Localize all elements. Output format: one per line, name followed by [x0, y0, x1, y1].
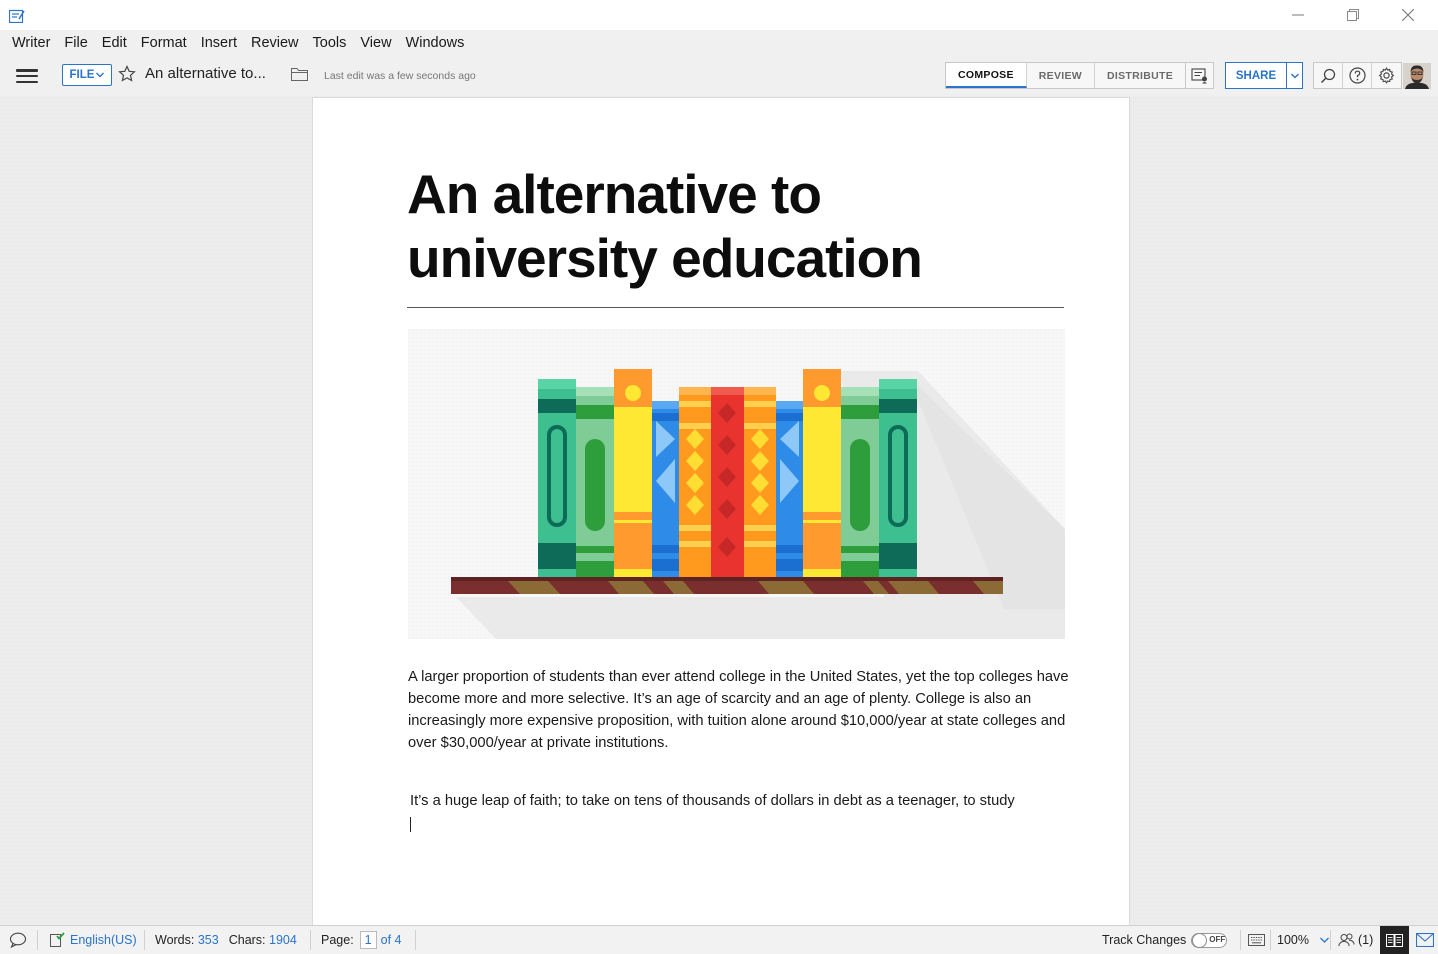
- document-page[interactable]: An alternative to university education A…: [312, 97, 1130, 927]
- chat-button[interactable]: [9, 926, 27, 954]
- words-value: 353: [197, 933, 219, 947]
- book-open-icon: [1386, 933, 1403, 947]
- utility-button-group: [1313, 62, 1402, 89]
- chevron-down-icon: [1290, 73, 1299, 78]
- track-changes-label: Track Changes: [1102, 933, 1187, 947]
- keyboard-button[interactable]: [1248, 926, 1265, 954]
- users-icon: [1338, 933, 1355, 947]
- tab-review[interactable]: REVIEW: [1027, 63, 1096, 88]
- status-divider: [144, 930, 145, 950]
- spellcheck-icon: [50, 932, 65, 947]
- collaborator-count: (1): [1358, 933, 1374, 947]
- user-avatar[interactable]: [1403, 63, 1431, 89]
- menu-bar: Writer File Edit Format Insert Review To…: [0, 30, 1438, 56]
- words-label: Words:: [155, 933, 195, 947]
- document-title[interactable]: An alternative to...: [145, 65, 266, 82]
- mail-button[interactable]: [1416, 926, 1434, 954]
- minimize-icon: [1292, 14, 1304, 16]
- comment-panel-icon: [1190, 67, 1207, 83]
- help-icon: [1348, 67, 1366, 84]
- reader-view-button[interactable]: [1380, 926, 1409, 954]
- title-bar: [0, 0, 1438, 30]
- menu-writer[interactable]: Writer: [5, 31, 57, 55]
- avatar-image: [1403, 63, 1431, 89]
- page-number-input[interactable]: 1: [359, 931, 377, 949]
- page-total: of 4: [380, 933, 402, 947]
- menu-tools[interactable]: Tools: [306, 31, 354, 55]
- toggle-knob: [1192, 932, 1208, 948]
- restore-button[interactable]: [1330, 0, 1376, 30]
- language-selector[interactable]: English(US): [49, 926, 137, 954]
- folder-icon[interactable]: [291, 67, 308, 81]
- menu-file[interactable]: File: [57, 31, 94, 55]
- keyboard-icon: [1248, 934, 1265, 946]
- tab-distribute[interactable]: DISTRIBUTE: [1095, 63, 1185, 88]
- zoom-value: 100%: [1277, 933, 1309, 947]
- status-divider: [1330, 930, 1331, 950]
- last-edit-status: Last edit was a few seconds ago: [324, 70, 476, 82]
- file-button-label: FILE: [69, 69, 95, 81]
- tab-compose[interactable]: COMPOSE: [946, 63, 1027, 88]
- bookshelf-illustration[interactable]: [408, 329, 1065, 639]
- menu-review[interactable]: Review: [244, 31, 306, 55]
- close-button[interactable]: [1385, 0, 1431, 30]
- track-changes: Track Changes OFF: [1102, 926, 1228, 954]
- minimize-button[interactable]: [1275, 0, 1321, 30]
- document-heading[interactable]: An alternative to university education: [407, 162, 1067, 290]
- language-label: English(US): [70, 933, 137, 947]
- status-divider: [37, 930, 38, 950]
- zoom-selector[interactable]: 100%: [1277, 926, 1329, 954]
- menu-insert[interactable]: Insert: [194, 31, 244, 55]
- search-icon: [1320, 68, 1336, 83]
- close-icon: [1402, 9, 1414, 21]
- body-paragraph[interactable]: It’s a huge leap of faith; to take on te…: [410, 790, 1090, 812]
- writer-app-icon: [9, 9, 25, 23]
- status-divider: [310, 930, 311, 950]
- menu-format[interactable]: Format: [134, 31, 194, 55]
- text-cursor: [410, 817, 411, 832]
- status-divider: [1240, 930, 1241, 950]
- chat-bubble-icon: [9, 932, 27, 948]
- menu-edit[interactable]: Edit: [95, 31, 134, 55]
- share-dropdown-button[interactable]: [1287, 62, 1303, 89]
- star-icon[interactable]: [118, 65, 136, 83]
- comments-panel-button[interactable]: [1185, 62, 1214, 89]
- toggle-state: OFF: [1209, 934, 1226, 944]
- chars-label: Chars:: [228, 933, 266, 947]
- track-changes-toggle[interactable]: OFF: [1191, 932, 1228, 948]
- document-canvas: An alternative to university education A…: [0, 96, 1438, 927]
- menu-windows[interactable]: Windows: [399, 31, 472, 55]
- status-bar: English(US) Words: 353 Chars: 1904 Page:…: [0, 925, 1438, 954]
- chevron-down-icon: [96, 72, 105, 78]
- hamburger-menu-icon[interactable]: [14, 65, 40, 87]
- page-label: Page:: [321, 933, 354, 947]
- body-paragraph[interactable]: A larger proportion of students than eve…: [408, 666, 1088, 754]
- chars-value: 1904: [269, 933, 297, 947]
- mode-tabs: COMPOSE REVIEW DISTRIBUTE: [945, 62, 1187, 89]
- status-divider: [1270, 930, 1271, 950]
- settings-button[interactable]: [1372, 63, 1401, 88]
- menu-view[interactable]: View: [353, 31, 398, 55]
- search-button[interactable]: [1314, 63, 1343, 88]
- word-count[interactable]: Words: 353 Chars: 1904: [155, 926, 297, 954]
- toolbar: FILE An alternative to... Last edit was …: [0, 56, 1438, 96]
- restore-icon: [1347, 9, 1359, 21]
- horizontal-rule: [407, 307, 1064, 308]
- share-button[interactable]: SHARE: [1225, 62, 1287, 89]
- file-dropdown-button[interactable]: FILE: [62, 64, 112, 86]
- chevron-down-icon: [1320, 937, 1329, 943]
- mail-icon: [1416, 933, 1434, 947]
- collaborators-button[interactable]: (1): [1338, 926, 1373, 954]
- help-button[interactable]: [1343, 63, 1372, 88]
- gear-icon: [1378, 67, 1395, 84]
- page-navigator: Page: 1 of 4: [321, 926, 401, 954]
- status-divider: [415, 930, 416, 950]
